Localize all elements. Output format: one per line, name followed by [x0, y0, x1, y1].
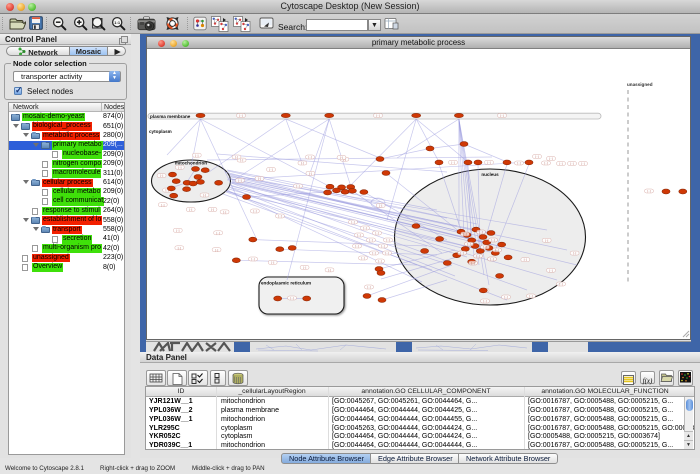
svg-text:[··]: [··] — [251, 257, 254, 261]
svg-text:[··]: [··] — [535, 155, 538, 159]
svg-text:[··]: [··] — [178, 165, 181, 169]
svg-text:[··]: [··] — [483, 299, 486, 303]
svg-text:[··]: [··] — [559, 162, 562, 166]
svg-text:[··]: [··] — [215, 248, 218, 252]
svg-text:[··]: [··] — [235, 155, 238, 159]
svg-text:[··]: [··] — [570, 162, 573, 166]
svg-text:[··]: [··] — [463, 232, 466, 236]
svg-text:[··]: [··] — [223, 210, 226, 214]
svg-text:[··]: [··] — [491, 238, 494, 242]
svg-text:[··]: [··] — [258, 177, 261, 181]
svg-text:[··]: [··] — [476, 254, 479, 258]
svg-text:[··]: [··] — [376, 114, 379, 118]
svg-text:[··]: [··] — [375, 231, 378, 235]
svg-text:[··]: [··] — [161, 203, 164, 207]
svg-text:[··]: [··] — [460, 251, 463, 255]
svg-text:[··]: [··] — [351, 220, 354, 224]
svg-text:[··]: [··] — [381, 244, 384, 248]
svg-text:1:1: 1:1 — [114, 20, 121, 25]
svg-text:[··]: [··] — [549, 157, 552, 161]
svg-text:[··]: [··] — [340, 156, 343, 160]
svg-text:[··]: [··] — [357, 233, 360, 237]
svg-text:[··]: [··] — [549, 268, 552, 272]
svg-text:[··]: [··] — [559, 282, 562, 286]
svg-text:[··]: [··] — [160, 174, 163, 178]
svg-text:[··]: [··] — [517, 161, 520, 165]
svg-text:[··]: [··] — [529, 294, 532, 298]
svg-text:[··]: [··] — [451, 161, 454, 165]
svg-text:[··]: [··] — [495, 248, 498, 252]
svg-text:[··]: [··] — [355, 244, 358, 248]
svg-text:[··]: [··] — [573, 251, 576, 255]
svg-text:[··]: [··] — [239, 114, 242, 118]
svg-text:[··]: [··] — [467, 242, 470, 246]
svg-text:[··]: [··] — [271, 261, 274, 265]
svg-text:[··]: [··] — [504, 295, 507, 299]
svg-text:[··]: [··] — [545, 238, 548, 242]
svg-text:[··]: [··] — [363, 226, 366, 230]
svg-text:[··]: [··] — [328, 268, 331, 272]
svg-text:[··]: [··] — [479, 230, 482, 234]
svg-text:cytoplasm: cytoplasm — [149, 129, 172, 134]
svg-text:[··]: [··] — [301, 161, 304, 165]
svg-text:[··]: [··] — [500, 114, 503, 118]
svg-text:[··]: [··] — [386, 238, 389, 242]
svg-text:[··]: [··] — [361, 256, 364, 260]
svg-text:[··]: [··] — [379, 204, 382, 208]
svg-text:[··]: [··] — [253, 209, 256, 213]
svg-text:[··]: [··] — [647, 189, 650, 193]
svg-text:[··]: [··] — [203, 193, 206, 197]
svg-text:[··]: [··] — [303, 266, 306, 270]
svg-text:[··]: [··] — [581, 162, 584, 166]
svg-text:[··]: [··] — [178, 246, 181, 250]
svg-text:[··]: [··] — [269, 168, 272, 172]
svg-text:[··]: [··] — [217, 231, 220, 235]
svg-text:unassigned: unassigned — [627, 82, 653, 87]
svg-text:[··]: [··] — [195, 153, 198, 157]
svg-text:[··]: [··] — [189, 208, 192, 212]
svg-text:[··]: [··] — [367, 285, 370, 289]
svg-text:[··]: [··] — [369, 238, 372, 242]
svg-text:[··]: [··] — [211, 208, 214, 212]
svg-text:[··]: [··] — [296, 184, 299, 188]
svg-text:f(x): f(x) — [643, 377, 653, 385]
svg-text:[··]: [··] — [524, 258, 527, 262]
svg-text:[··]: [··] — [385, 251, 388, 255]
svg-text:[··]: [··] — [309, 171, 312, 175]
svg-text:[··]: [··] — [290, 296, 293, 300]
svg-text:mitochondrion: mitochondrion — [175, 161, 207, 166]
svg-text:[··]: [··] — [372, 251, 375, 255]
svg-text:[··]: [··] — [544, 161, 547, 165]
svg-text:[··]: [··] — [278, 214, 281, 218]
svg-text:[··]: [··] — [471, 261, 474, 265]
svg-text:[··]: [··] — [487, 161, 490, 165]
svg-text:[··]: [··] — [308, 155, 311, 159]
svg-text:[··]: [··] — [378, 259, 381, 263]
svg-text:nucleus: nucleus — [481, 172, 499, 177]
svg-text:[··]: [··] — [483, 245, 486, 249]
svg-text:endoplasmic reticulum: endoplasmic reticulum — [261, 281, 311, 286]
svg-text:[··]: [··] — [176, 229, 179, 233]
svg-text:[··]: [··] — [238, 179, 241, 183]
svg-text:[··]: [··] — [490, 257, 493, 261]
svg-text:plasma membrane: plasma membrane — [150, 114, 191, 119]
